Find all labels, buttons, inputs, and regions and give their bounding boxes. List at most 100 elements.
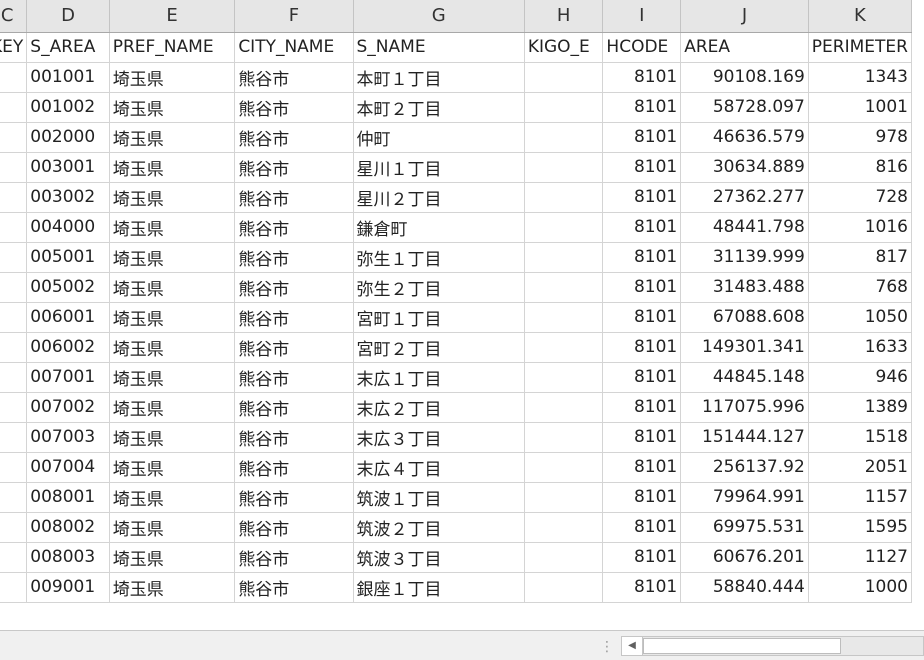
cell-pref-name[interactable]: 埼玉県 (109, 332, 236, 363)
col-letter-k[interactable]: K (808, 0, 913, 33)
cell-hcode[interactable]: 8101 (602, 212, 682, 243)
cell-pref-name[interactable]: 埼玉県 (109, 122, 236, 153)
cell-perimeter[interactable]: 1001 (808, 92, 913, 123)
cell-city-name[interactable]: 熊谷市 (234, 272, 354, 303)
cell-area[interactable]: 60676.201 (680, 542, 809, 573)
cell-key[interactable] (0, 62, 28, 93)
cell-area[interactable]: 79964.991 (680, 482, 809, 513)
cell-kigo-e[interactable] (524, 242, 604, 273)
cell-area[interactable]: 151444.127 (680, 422, 809, 453)
cell-kigo-e[interactable] (524, 152, 604, 183)
cell-perimeter[interactable]: 768 (808, 272, 913, 303)
cell-city-name[interactable]: 熊谷市 (234, 572, 354, 603)
cell-city-name[interactable]: 熊谷市 (234, 212, 354, 243)
cell-kigo-e[interactable] (524, 62, 604, 93)
cell-s-area[interactable]: 003001 (26, 152, 110, 183)
horizontal-scrollbar[interactable]: ◀ (621, 636, 924, 656)
cell-pref-name[interactable]: 埼玉県 (109, 512, 236, 543)
cell-area[interactable]: 31483.488 (680, 272, 809, 303)
cell-hcode[interactable]: 8101 (602, 362, 682, 393)
cell-s-name[interactable]: 筑波１丁目 (353, 482, 525, 513)
cell-perimeter[interactable]: 1127 (808, 542, 913, 573)
cell-s-area[interactable]: 006002 (26, 332, 110, 363)
cell-key[interactable] (0, 392, 28, 423)
cell-kigo-e[interactable] (524, 542, 604, 573)
cell-kigo-e[interactable] (524, 92, 604, 123)
cell-hcode[interactable]: 8101 (602, 152, 682, 183)
cell-s-name[interactable]: 本町１丁目 (353, 62, 525, 93)
cell-hcode[interactable]: 8101 (602, 332, 682, 363)
cell-city-name[interactable]: 熊谷市 (234, 302, 354, 333)
cell-city-name[interactable]: 熊谷市 (234, 512, 354, 543)
scroll-left-arrow-icon[interactable]: ◀ (622, 637, 643, 655)
col-letter-j[interactable]: J (680, 0, 809, 33)
cell-key[interactable] (0, 182, 28, 213)
header-cell-hcode[interactable]: HCODE (602, 32, 682, 63)
cell-s-area[interactable]: 007003 (26, 422, 110, 453)
cell-s-area[interactable]: 002000 (26, 122, 110, 153)
cell-s-name[interactable]: 星川１丁目 (353, 152, 525, 183)
cell-hcode[interactable]: 8101 (602, 572, 682, 603)
cell-area[interactable]: 48441.798 (680, 212, 809, 243)
cell-s-name[interactable]: 宮町１丁目 (353, 302, 525, 333)
cell-kigo-e[interactable] (524, 572, 604, 603)
cell-s-area[interactable]: 001002 (26, 92, 110, 123)
cell-area[interactable]: 69975.531 (680, 512, 809, 543)
col-letter-i[interactable]: I (602, 0, 682, 33)
cell-s-name[interactable]: 筑波２丁目 (353, 512, 525, 543)
cell-pref-name[interactable]: 埼玉県 (109, 242, 236, 273)
cell-perimeter[interactable]: 728 (808, 182, 913, 213)
cell-key[interactable] (0, 92, 28, 123)
cell-area[interactable]: 44845.148 (680, 362, 809, 393)
cell-kigo-e[interactable] (524, 212, 604, 243)
cell-key[interactable] (0, 572, 28, 603)
cell-s-area[interactable]: 008001 (26, 482, 110, 513)
cell-key[interactable] (0, 272, 28, 303)
cell-perimeter[interactable]: 1000 (808, 572, 913, 603)
cell-pref-name[interactable]: 埼玉県 (109, 62, 236, 93)
cell-perimeter[interactable]: 816 (808, 152, 913, 183)
header-cell-pref-name[interactable]: PREF_NAME (109, 32, 236, 63)
cell-perimeter[interactable]: 1343 (808, 62, 913, 93)
cell-s-area[interactable]: 009001 (26, 572, 110, 603)
cell-s-name[interactable]: 末広２丁目 (353, 392, 525, 423)
header-cell-s-name[interactable]: S_NAME (353, 32, 525, 63)
col-letter-h[interactable]: H (524, 0, 604, 33)
cell-kigo-e[interactable] (524, 272, 604, 303)
cell-hcode[interactable]: 8101 (602, 242, 682, 273)
cell-s-name[interactable]: 本町２丁目 (353, 92, 525, 123)
cell-perimeter[interactable]: 1633 (808, 332, 913, 363)
cell-area[interactable]: 31139.999 (680, 242, 809, 273)
cell-hcode[interactable]: 8101 (602, 272, 682, 303)
scrollbar-thumb[interactable] (643, 638, 841, 654)
cell-key[interactable] (0, 122, 28, 153)
cell-city-name[interactable]: 熊谷市 (234, 542, 354, 573)
col-letter-c[interactable]: C (0, 0, 28, 33)
header-cell-city-name[interactable]: CITY_NAME (234, 32, 354, 63)
cell-perimeter[interactable]: 1016 (808, 212, 913, 243)
cell-s-name[interactable]: 弥生１丁目 (353, 242, 525, 273)
cell-s-area[interactable]: 006001 (26, 302, 110, 333)
cell-key[interactable] (0, 242, 28, 273)
cell-s-name[interactable]: 筑波３丁目 (353, 542, 525, 573)
cell-area[interactable]: 46636.579 (680, 122, 809, 153)
cell-hcode[interactable]: 8101 (602, 92, 682, 123)
cell-pref-name[interactable]: 埼玉県 (109, 392, 236, 423)
cell-pref-name[interactable]: 埼玉県 (109, 212, 236, 243)
cell-perimeter[interactable]: 978 (808, 122, 913, 153)
cell-kigo-e[interactable] (524, 482, 604, 513)
col-letter-f[interactable]: F (234, 0, 354, 33)
cell-kigo-e[interactable] (524, 332, 604, 363)
col-letter-d[interactable]: D (26, 0, 110, 33)
cell-key[interactable] (0, 332, 28, 363)
cell-area[interactable]: 90108.169 (680, 62, 809, 93)
cell-area[interactable]: 149301.341 (680, 332, 809, 363)
cell-key[interactable] (0, 452, 28, 483)
cell-city-name[interactable]: 熊谷市 (234, 62, 354, 93)
cell-perimeter[interactable]: 1595 (808, 512, 913, 543)
cell-s-name[interactable]: 末広４丁目 (353, 452, 525, 483)
cell-s-area[interactable]: 007002 (26, 392, 110, 423)
cell-pref-name[interactable]: 埼玉県 (109, 452, 236, 483)
cell-area[interactable]: 30634.889 (680, 152, 809, 183)
cell-s-area[interactable]: 008003 (26, 542, 110, 573)
